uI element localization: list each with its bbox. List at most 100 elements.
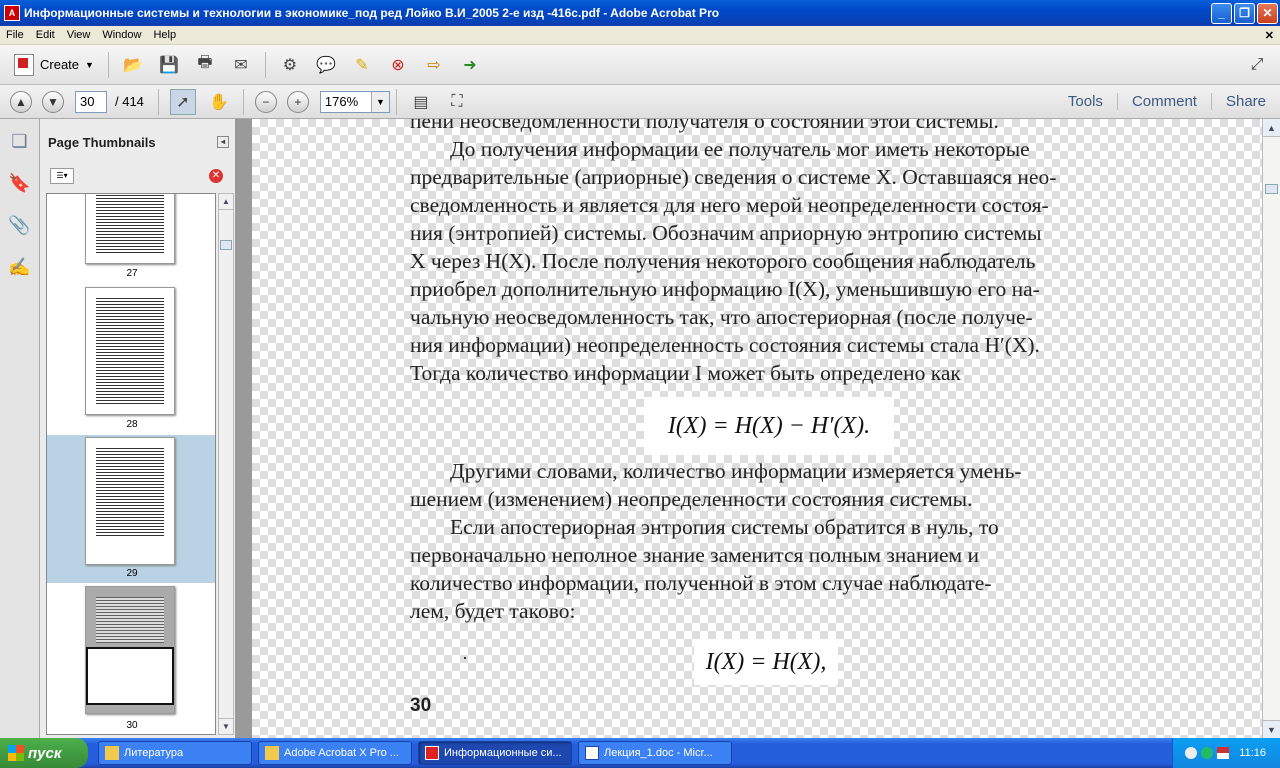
- minimize-button[interactable]: _: [1211, 2, 1232, 24]
- text-line: предварительные (априорные) сведения о с…: [410, 165, 1057, 189]
- thumbnail-page-28[interactable]: 28: [47, 287, 215, 435]
- thumbnail-scrollbar[interactable]: ▲ ▼: [218, 193, 234, 735]
- text-line: Другими словами, количество информации и…: [450, 459, 1022, 483]
- thumbnail-image: [85, 287, 175, 415]
- document-close-icon[interactable]: ✕: [1259, 29, 1280, 42]
- thumbnails-panel: Page Thumbnails ◂ ☰▾ ✕ 27 28 29 30 ▲ ▼: [40, 119, 236, 738]
- tools-link[interactable]: Tools: [1054, 93, 1117, 110]
- task-label: Лекция_1.doc - Micr...: [604, 747, 713, 759]
- formula-1: I(X) = H(X) − H′(X).: [644, 397, 894, 455]
- panel-splitter[interactable]: [236, 119, 252, 738]
- toolbar-separator: [264, 51, 266, 78]
- taskbar-item-folder[interactable]: Литература: [98, 741, 252, 765]
- scroll-thumb[interactable]: [1265, 184, 1278, 194]
- panel-title: Page Thumbnails: [48, 134, 156, 150]
- next-page-icon[interactable]: ▼: [42, 90, 64, 113]
- fit-width-icon[interactable]: ⛶: [444, 89, 470, 115]
- options-menu-icon[interactable]: ☰▾: [50, 168, 74, 184]
- print-icon[interactable]: 🖶: [192, 52, 218, 78]
- create-button[interactable]: Create ▼: [6, 51, 102, 79]
- pdf-icon: [425, 746, 439, 760]
- chevron-down-icon[interactable]: ▼: [370, 91, 389, 112]
- menu-edit[interactable]: Edit: [30, 29, 61, 41]
- taskbar: пуск Литература Adobe Acrobat X Pro ... …: [0, 738, 1280, 768]
- thumbnail-image: [85, 586, 175, 714]
- text-line: Если апостериорная энтропия системы обра…: [450, 515, 999, 539]
- taskbar-item-pdf[interactable]: Информационные си...: [418, 741, 572, 765]
- zoom-out-icon[interactable]: −: [254, 90, 277, 113]
- share-link[interactable]: Share: [1210, 93, 1280, 110]
- page-thumbnails-icon[interactable]: ❏: [6, 127, 34, 155]
- fullscreen-icon[interactable]: ⤢: [1244, 52, 1270, 78]
- tray-icon[interactable]: [1185, 747, 1198, 759]
- scroll-up-icon[interactable]: ▲: [219, 194, 233, 210]
- select-tool-icon[interactable]: ➚: [169, 88, 196, 115]
- menu-file[interactable]: File: [0, 29, 30, 41]
- signature-icon[interactable]: ✍: [6, 253, 34, 281]
- thumbnail-image: [85, 437, 175, 565]
- menu-window[interactable]: Window: [96, 29, 147, 41]
- text-line: пени неосведомленности получателя о сост…: [410, 119, 999, 133]
- thumbnail-list[interactable]: 27 28 29 30: [46, 193, 216, 735]
- toolbar-separator: [157, 88, 159, 115]
- navigation-pane-strip: ❏ 🔖 📎 ✍: [0, 119, 40, 738]
- page-total: / 414: [115, 94, 144, 109]
- collapse-panel-icon[interactable]: ◂: [217, 136, 229, 148]
- start-button[interactable]: пуск: [0, 738, 88, 768]
- bookmark-icon[interactable]: 🔖: [6, 169, 34, 197]
- text-line: шением (изменением) неопределенности сос…: [410, 487, 973, 511]
- export-icon[interactable]: ⇨: [421, 52, 447, 78]
- scroll-down-icon[interactable]: ▼: [1263, 720, 1280, 738]
- send-icon[interactable]: ➜: [457, 52, 483, 78]
- gear-icon[interactable]: ⚙: [277, 52, 303, 78]
- page-number-input[interactable]: [75, 90, 107, 113]
- scroll-thumb[interactable]: [220, 240, 232, 250]
- language-flag-icon[interactable]: [1217, 747, 1230, 759]
- menu-help[interactable]: Help: [147, 29, 182, 41]
- menu-view[interactable]: View: [61, 29, 97, 41]
- remove-icon[interactable]: ⊗: [385, 52, 411, 78]
- toolbar-separator: [242, 88, 244, 115]
- highlight-icon[interactable]: ✎: [349, 52, 375, 78]
- scroll-up-icon[interactable]: ▲: [1263, 119, 1280, 137]
- task-label: Информационные си...: [444, 747, 562, 759]
- zoom-in-icon[interactable]: +: [286, 90, 309, 113]
- maximize-button[interactable]: ❐: [1234, 2, 1255, 24]
- text-line: лем, будет таково:: [410, 599, 576, 623]
- thumbnail-label: 27: [126, 268, 138, 279]
- close-button[interactable]: ✕: [1257, 2, 1278, 24]
- folder-icon: [265, 746, 279, 760]
- attachment-icon[interactable]: 📎: [6, 211, 34, 239]
- email-icon[interactable]: ✉: [228, 52, 254, 78]
- toolbar-separator: [395, 88, 397, 115]
- acrobat-app-icon: A: [4, 5, 20, 21]
- comment-link[interactable]: Comment: [1116, 93, 1211, 110]
- text-line: До получения информации ее получатель мо…: [450, 137, 1030, 161]
- taskbar-item-word[interactable]: Лекция_1.doc - Micr...: [578, 741, 732, 765]
- hand-tool-icon[interactable]: ✋: [206, 89, 232, 115]
- prev-page-icon[interactable]: ▲: [10, 90, 32, 113]
- zoom-input[interactable]: [320, 91, 371, 112]
- save-icon[interactable]: 💾: [156, 52, 182, 78]
- zoom-select[interactable]: ▼: [319, 90, 390, 113]
- taskbar-item-acrobat-group[interactable]: Adobe Acrobat X Pro ...: [258, 741, 412, 765]
- view-region-box[interactable]: [86, 647, 174, 705]
- thumbnail-label: 28: [126, 419, 138, 430]
- document-text: пени неосведомленности получателя о сост…: [410, 119, 1140, 625]
- text-line: количество информации, полученной в этом…: [410, 571, 992, 595]
- scroll-down-icon[interactable]: ▼: [219, 718, 233, 734]
- thumbnail-page-27[interactable]: 27: [47, 194, 215, 284]
- tray-icon[interactable]: [1201, 747, 1214, 759]
- windows-logo-icon: [8, 745, 24, 761]
- fit-page-icon[interactable]: ▤: [408, 89, 434, 115]
- document-scrollbar[interactable]: ▲ ▼: [1262, 119, 1280, 738]
- delete-pages-icon[interactable]: ✕: [209, 169, 223, 183]
- thumbnail-page-29[interactable]: 29: [47, 435, 215, 583]
- comment-bubble-icon[interactable]: 💬: [313, 52, 339, 78]
- title-bar[interactable]: A Информационные системы и технологии в …: [0, 0, 1280, 26]
- text-line: ния информации) неопределенность состоян…: [410, 333, 1040, 357]
- open-folder-icon[interactable]: 📂: [120, 52, 146, 78]
- thumbnail-page-30[interactable]: 30: [47, 586, 215, 734]
- document-view[interactable]: пени неосведомленности получателя о сост…: [252, 119, 1262, 738]
- page-number: 30: [410, 695, 432, 716]
